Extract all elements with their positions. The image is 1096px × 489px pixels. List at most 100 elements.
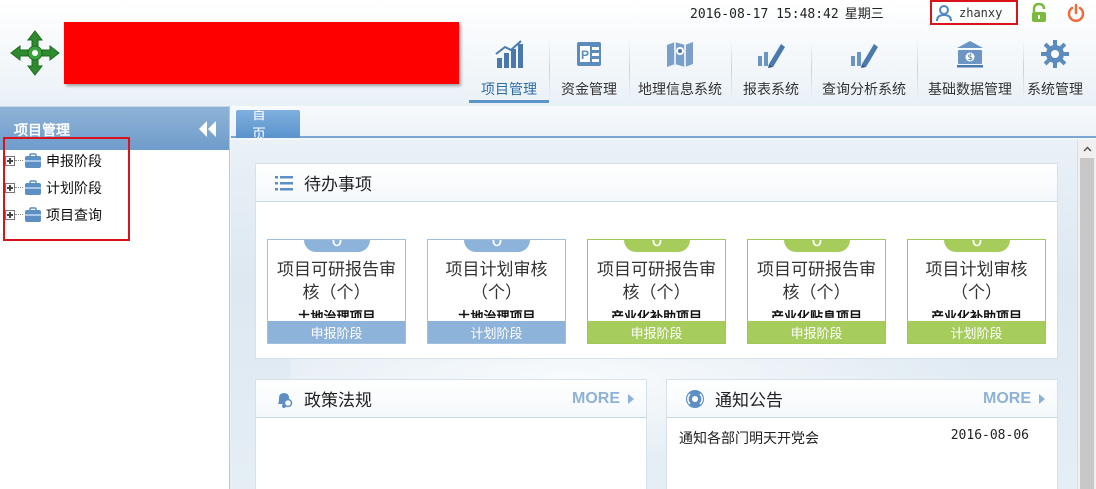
notice-item[interactable]: 通知各部门明天开党会 2016-08-06 <box>667 418 1057 448</box>
nav-item-project-management[interactable]: 项目管理 <box>469 34 549 106</box>
notice-more-link[interactable]: MORE <box>983 390 1045 408</box>
nav-label: 资金管理 <box>561 82 617 98</box>
folder-icon <box>25 206 41 222</box>
nav-item-query-analysis[interactable]: 查询分析系统 <box>811 34 917 106</box>
redacted-banner <box>64 22 459 84</box>
svg-text:P: P <box>581 48 589 62</box>
todo-card-title: 项目可研报告审核（个） <box>757 260 876 303</box>
todo-count: 0 <box>784 240 850 252</box>
todo-card-subtitle: 土地治理项目 <box>457 310 536 318</box>
notice-panel: 通知公告 MORE 通知各部门明天开党会 2016-08-06 <box>666 379 1058 489</box>
logo-arrows-icon <box>10 30 60 76</box>
sidebar-tree: 申报阶段 计划阶段 项目查询 <box>3 137 130 241</box>
user-menu[interactable]: zhanxy <box>930 0 1018 25</box>
username: zhanxy <box>959 5 1003 20</box>
todo-count: 0 <box>464 240 530 252</box>
tree-connector <box>15 160 23 161</box>
expand-icon[interactable] <box>5 209 15 220</box>
todo-card-subtitle: 产业化贴息项目 <box>770 310 862 318</box>
todo-card-footer: 申报阶段 <box>268 321 405 343</box>
tree-connector <box>15 187 23 188</box>
sidebar: 项目管理 申报阶段 计划阶段 项目查询 <box>0 106 230 489</box>
todo-card-footer: 申报阶段 <box>588 321 725 343</box>
notice-panel-header: 通知公告 MORE <box>667 380 1057 418</box>
sidebar-item-label: 计划阶段 <box>46 180 102 197</box>
report-pen-icon <box>758 44 785 68</box>
policy-more-link[interactable]: MORE <box>572 390 634 408</box>
todo-card-title: 项目计划审核（个） <box>445 260 548 303</box>
todo-card[interactable]: 0 项目可研报告审核（个） 产业化贴息项目 申报阶段 <box>747 239 886 344</box>
todo-card-footer: 计划阶段 <box>428 321 565 343</box>
sidebar-item-declaration[interactable]: 申报阶段 <box>5 147 128 174</box>
scroll-thumb[interactable] <box>1080 158 1094 489</box>
content-scrollbar[interactable] <box>1077 140 1096 489</box>
expand-icon[interactable] <box>5 182 15 193</box>
todo-count: 0 <box>304 240 370 252</box>
todo-card-subtitle: 产业化补助项目 <box>930 310 1022 318</box>
scroll-up-button[interactable] <box>1078 140 1096 157</box>
nav-label: 查询分析系统 <box>822 82 906 98</box>
content-area: 待办事项 0 项目可研报告审核（个） 土地治理项目 申报阶段 0 项目计划审核（… <box>231 140 1096 489</box>
sidebar-item-label: 申报阶段 <box>46 153 102 170</box>
broadcast-icon <box>686 389 704 408</box>
weekday-text: 星期三 <box>844 7 884 22</box>
notice-title: 通知公告 <box>715 391 783 411</box>
nav-label: 系统管理 <box>1027 82 1083 98</box>
main-nav: 项目管理 P 资金管理 地理信息系统 报表系统 查询分析系统 $ 基础数据管理 … <box>469 34 1087 106</box>
collapse-sidebar-icon[interactable] <box>197 120 217 138</box>
caret-right-icon <box>1039 394 1045 404</box>
todo-panel-header: 待办事项 <box>256 164 1057 202</box>
ppt-icon: P <box>577 42 601 66</box>
tab-home[interactable]: 首页 <box>236 107 300 143</box>
tab-bar: 首页 <box>231 106 1096 143</box>
gear-icon <box>1041 40 1069 68</box>
todo-title: 待办事项 <box>304 175 372 195</box>
todo-card-subtitle: 产业化补助项目 <box>610 310 702 318</box>
todo-count: 0 <box>944 240 1010 252</box>
main-area: 首页 待办事项 0 项目可研报告审核（个） 土地治理项目 申报阶段 0 项目计划… <box>231 106 1096 489</box>
tree-connector <box>15 214 23 215</box>
todo-card-footer: 申报阶段 <box>748 321 885 343</box>
user-icon <box>936 4 952 21</box>
todo-card[interactable]: 0 项目可研报告审核（个） 产业化补助项目 申报阶段 <box>587 239 726 344</box>
datetime: 2016-08-17 15:48:42 星期三 <box>690 3 884 22</box>
datetime-text: 2016-08-17 15:48:42 <box>690 7 839 22</box>
nav-item-report-system[interactable]: 报表系统 <box>731 34 811 106</box>
nav-label: 报表系统 <box>743 82 799 98</box>
nav-item-basic-data[interactable]: $ 基础数据管理 <box>917 34 1023 106</box>
policy-panel-header: 政策法规 MORE <box>256 380 646 418</box>
sidebar-item-plan[interactable]: 计划阶段 <box>5 174 128 201</box>
nav-item-system-management[interactable]: 系统管理 <box>1023 34 1087 106</box>
policy-title: 政策法规 <box>304 391 372 411</box>
more-label: MORE <box>983 390 1031 407</box>
bar-chart-icon <box>495 40 523 68</box>
todo-card-footer: 计划阶段 <box>908 321 1045 343</box>
todo-card[interactable]: 0 项目计划审核（个） 产业化补助项目 计划阶段 <box>907 239 1046 344</box>
caret-right-icon <box>628 394 634 404</box>
nav-label: 项目管理 <box>481 82 537 98</box>
bell-icon <box>278 392 293 408</box>
lock-icon[interactable] <box>1030 3 1048 23</box>
expand-icon[interactable] <box>5 155 15 166</box>
todo-card[interactable]: 0 项目可研报告审核（个） 土地治理项目 申报阶段 <box>267 239 406 344</box>
folder-icon <box>25 179 41 195</box>
power-icon[interactable] <box>1066 3 1086 23</box>
money-icon: $ <box>957 41 983 68</box>
policy-panel: 政策法规 MORE <box>255 379 647 489</box>
nav-item-gis[interactable]: 地理信息系统 <box>629 34 731 106</box>
nav-label: 地理信息系统 <box>638 82 722 98</box>
todo-card[interactable]: 0 项目计划审核（个） 土地治理项目 计划阶段 <box>427 239 566 344</box>
todo-card-title: 项目计划审核（个） <box>925 260 1028 303</box>
todo-card-title: 项目可研报告审核（个） <box>277 260 396 303</box>
query-pen-icon <box>851 44 878 68</box>
map-icon <box>667 42 693 67</box>
notice-item-date: 2016-08-06 <box>950 428 1029 443</box>
folder-icon <box>25 152 41 168</box>
list-icon <box>275 175 293 190</box>
todo-panel: 待办事项 0 项目可研报告审核（个） 土地治理项目 申报阶段 0 项目计划审核（… <box>255 163 1058 359</box>
nav-label: 基础数据管理 <box>928 82 1012 98</box>
todo-card-subtitle: 土地治理项目 <box>297 310 376 318</box>
header: 2016-08-17 15:48:42 星期三 zhanxy 项目管理 P 资金… <box>0 0 1096 106</box>
nav-item-fund-management[interactable]: P 资金管理 <box>549 34 629 106</box>
sidebar-item-project-query[interactable]: 项目查询 <box>5 201 128 228</box>
